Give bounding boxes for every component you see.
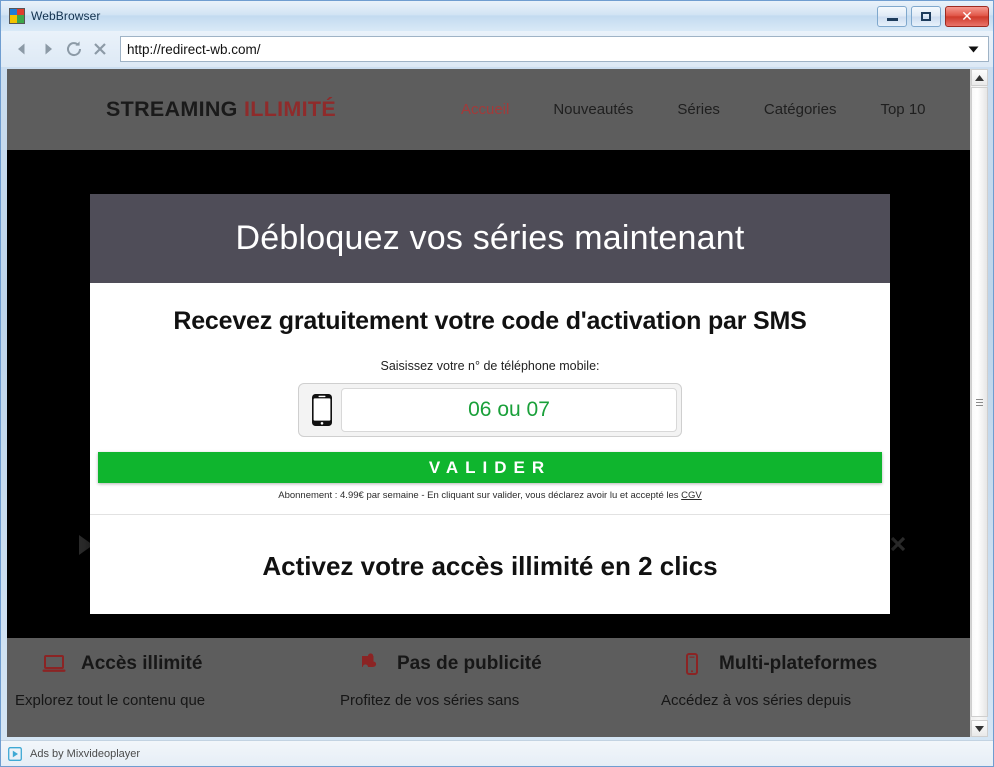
phone-input-group: 06 ou 07 (298, 383, 682, 437)
scrollbar-thumb[interactable] (971, 87, 988, 717)
chevron-up-icon (975, 74, 984, 81)
cgv-link[interactable]: CGV (681, 490, 702, 501)
phone-field-label: Saisissez votre n° de téléphone mobile: (380, 359, 600, 373)
site-header: STREAMING ILLIMITÉ Accueil Nouveautés Sé… (7, 69, 973, 150)
play-triangle-icon (8, 746, 22, 761)
stop-icon[interactable] (87, 36, 113, 62)
feature-title: Multi-plateformes (719, 653, 878, 674)
feature-title: Accès illimité (81, 653, 203, 674)
forward-icon[interactable] (35, 36, 61, 62)
address-bar[interactable]: http://redirect-wb.com/ (120, 36, 959, 62)
mobile-icon (679, 651, 705, 677)
minimize-icon (886, 18, 898, 21)
phone-input-placeholder: 06 ou 07 (468, 398, 550, 421)
browser-window: WebBrowser ✕ http://redirect-wb.com/ STR… (0, 0, 994, 767)
feature-pas-de-publicite: Pas de publicité Profitez de vos séries … (329, 638, 651, 737)
nav-item-accueil[interactable]: Accueil (461, 101, 509, 118)
page-viewport: STREAMING ILLIMITÉ Accueil Nouveautés Sé… (7, 69, 973, 737)
browser-toolbar: http://redirect-wb.com/ (1, 31, 993, 67)
feature-desc: Accédez à vos séries depuis (661, 692, 852, 709)
title-bar: WebBrowser ✕ (1, 1, 993, 31)
nav-item-nouveautes[interactable]: Nouveautés (553, 101, 633, 118)
mobile-phone-icon (303, 388, 341, 432)
back-icon[interactable] (9, 36, 35, 62)
window-title: WebBrowser (31, 9, 101, 23)
modal-title: Débloquez vos séries maintenant (235, 219, 745, 257)
modal-footer-title: Activez votre accès illimité en 2 clics (262, 550, 718, 581)
phone-input[interactable]: 06 ou 07 (341, 388, 677, 432)
laptop-icon (41, 651, 67, 677)
modal-footer: Activez votre accès illimité en 2 clics (90, 515, 890, 617)
site-logo[interactable]: STREAMING ILLIMITÉ (106, 97, 336, 122)
feature-desc: Explorez tout le contenu que (15, 692, 206, 709)
chevron-down-icon (975, 725, 984, 732)
feature-multi-plateformes: Multi-plateformes Accédez à vos séries d… (651, 638, 973, 737)
feature-acces-illimite: Accès illimité Explorez tout le contenu … (7, 638, 329, 737)
phone-input-row: 06 ou 07 (90, 383, 890, 437)
site-nav: Accueil Nouveautés Séries Catégories Top… (461, 101, 926, 118)
page-scrollbar-vertical[interactable] (970, 69, 988, 737)
address-dropdown-button[interactable] (959, 36, 989, 62)
status-bar-text: Ads by Mixvideoplayer (30, 747, 141, 760)
app-icon (9, 8, 25, 24)
scrollbar-grip-icon (976, 397, 983, 408)
modal-body: Recevez gratuitement votre code d'activa… (90, 283, 890, 515)
logo-primary: STREAMING (106, 97, 238, 121)
nav-item-series[interactable]: Séries (677, 101, 720, 118)
window-controls: ✕ (877, 6, 989, 27)
chevron-down-icon (968, 46, 979, 52)
validate-button[interactable]: VALIDER (98, 452, 882, 483)
scroll-down-button[interactable] (971, 720, 988, 737)
nav-item-top10[interactable]: Top 10 (880, 101, 925, 118)
modal-header: Débloquez vos séries maintenant (90, 194, 890, 283)
reload-icon[interactable] (61, 36, 87, 62)
overlay-close-icon[interactable] (888, 534, 908, 554)
features-section: Accès illimité Explorez tout le contenu … (7, 638, 973, 737)
scroll-up-button[interactable] (971, 69, 988, 86)
fineprint: Abonnement : 4.99€ par semaine - En cliq… (90, 490, 890, 501)
feature-title: Pas de publicité (397, 653, 542, 674)
nav-item-categories[interactable]: Catégories (764, 101, 837, 118)
logo-accent: ILLIMITÉ (243, 97, 336, 121)
status-bar: Ads by Mixvideoplayer (1, 740, 993, 766)
feature-desc: Profitez de vos séries sans (340, 692, 520, 709)
fineprint-text: Abonnement : 4.99€ par semaine - En cliq… (278, 490, 682, 501)
puzzle-icon (357, 651, 383, 677)
modal-subtitle: Recevez gratuitement votre code d'activa… (173, 307, 807, 335)
url-text: http://redirect-wb.com/ (127, 41, 261, 57)
maximize-icon (921, 12, 931, 21)
minimize-button[interactable] (877, 6, 907, 27)
close-icon: ✕ (961, 8, 973, 25)
subscription-modal: Débloquez vos séries maintenant Recevez … (90, 194, 890, 614)
close-button[interactable]: ✕ (945, 6, 989, 27)
maximize-button[interactable] (911, 6, 941, 27)
